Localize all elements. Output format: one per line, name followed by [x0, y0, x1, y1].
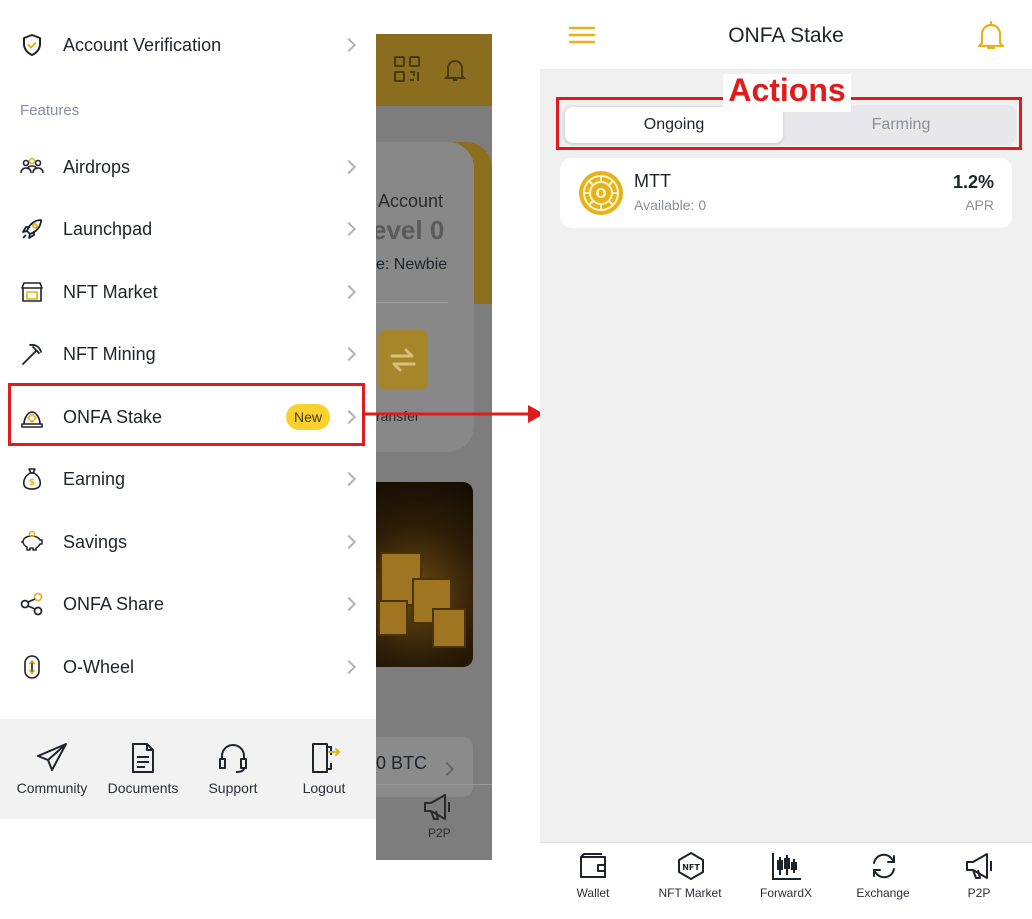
airdrops-icon: [20, 157, 44, 174]
logout-label: Logout: [302, 780, 346, 796]
page-title: ONFA Stake: [728, 24, 844, 47]
nav-nft-market[interactable]: NFT NFT Market: [641, 843, 739, 919]
menu-item-label: Airdrops: [63, 156, 131, 177]
money-bag-icon: $: [22, 468, 42, 490]
svg-text:NFT: NFT: [682, 863, 700, 872]
pool-apr-label: APR: [965, 197, 994, 213]
background-divider: [376, 302, 448, 303]
account-verification-item[interactable]: Account Verification: [0, 14, 376, 76]
menu-item-label: ONFA Share: [63, 593, 165, 614]
menu-item-nft-market[interactable]: NFT Market: [0, 261, 376, 323]
pickaxe-icon: [22, 343, 42, 365]
logout-button[interactable]: Logout: [277, 719, 371, 819]
menu-item-label: O-Wheel: [63, 656, 135, 677]
right-phone-screen: ONFA Stake Ongoing Farming O MTT Availab…: [540, 0, 1032, 919]
nav-label: NFT Market: [658, 886, 722, 900]
chevron-right-icon: [341, 596, 357, 612]
annotation-actions-label: Actions: [728, 72, 846, 108]
menu-item-label: Launchpad: [63, 218, 153, 239]
paper-plane-icon: [37, 743, 67, 771]
stake-header: ONFA Stake: [540, 0, 1032, 70]
chevron-right-icon: [341, 284, 357, 300]
stake-pool-card[interactable]: O MTT Available: 0 1.2% APR: [560, 158, 1012, 228]
menu-item-onfa-share[interactable]: ONFA Share: [0, 573, 376, 635]
exchange-icon: [873, 853, 895, 879]
community-label: Community: [16, 780, 88, 796]
pool-token-name: MTT: [634, 171, 671, 191]
background-home-screen: Account evel 0 e: Newbie ransfer 0 BTC P…: [376, 34, 492, 860]
share-icon: [20, 592, 43, 616]
menu-item-launchpad[interactable]: Launchpad: [0, 198, 376, 260]
qr-code-icon: [394, 56, 420, 82]
pool-available: Available: 0: [634, 197, 707, 213]
account-verification-label: Account Verification: [63, 34, 222, 55]
community-button[interactable]: Community: [5, 719, 99, 819]
chevron-right-icon: [341, 534, 357, 550]
nft-market-icon: [21, 282, 43, 302]
nav-label: Wallet: [576, 886, 610, 900]
candlestick-icon: [772, 853, 801, 880]
features-section-label: Features: [20, 102, 80, 119]
menu-item-savings[interactable]: Savings: [0, 511, 376, 573]
megaphone-icon: [966, 853, 992, 879]
background-p2p-text: P2P: [428, 826, 451, 840]
background-transfer-button: [378, 330, 428, 390]
nav-label: P2P: [967, 886, 991, 900]
mtt-token-icon: O: [579, 171, 623, 215]
background-account-text: Account: [378, 191, 444, 211]
bell-icon[interactable]: [976, 18, 1006, 52]
chevron-right-icon: [341, 37, 357, 53]
stake-content: Ongoing Farming O MTT Available: 0 1.2% …: [540, 70, 1032, 842]
menu-item-o-wheel[interactable]: O-Wheel: [0, 636, 376, 698]
menu-item-airdrops[interactable]: Airdrops: [0, 136, 376, 198]
background-nav-divider: [376, 784, 492, 785]
menu-item-label: NFT Mining: [63, 343, 156, 364]
logout-icon: [312, 743, 341, 773]
chevron-right-icon: [341, 221, 357, 237]
chevron-right-icon: [341, 471, 357, 487]
annotation-highlight-box: [8, 383, 365, 446]
menu-item-label: NFT Market: [63, 281, 158, 302]
chevron-right-icon: [341, 159, 357, 175]
background-header: [376, 34, 492, 106]
menu-item-nft-mining[interactable]: NFT Mining: [0, 323, 376, 385]
document-icon: [132, 743, 154, 773]
nav-p2p[interactable]: P2P: [930, 843, 1028, 919]
background-rank-text: e: Newbie: [376, 256, 448, 273]
documents-label: Documents: [107, 780, 179, 796]
documents-button[interactable]: Documents: [96, 719, 190, 819]
support-button[interactable]: Support: [186, 719, 280, 819]
bell-icon: [443, 60, 467, 81]
megaphone-icon: [424, 794, 450, 820]
shield-check-icon: [23, 34, 41, 56]
chevron-right-icon: [341, 346, 357, 362]
menu-item-label: Savings: [63, 531, 128, 552]
wallet-icon: [580, 853, 606, 878]
pool-apr-value: 1.2%: [952, 172, 994, 192]
support-label: Support: [208, 780, 258, 796]
rocket-icon: [22, 219, 42, 239]
nav-label: Exchange: [856, 886, 910, 900]
wheel-icon: [24, 655, 40, 679]
bottom-navigation: Wallet NFT NFT Market ForwardX Exchange …: [540, 842, 1032, 919]
annotation-arrow-icon: [362, 405, 544, 423]
transfer-icon: [390, 348, 416, 372]
nav-forwardx[interactable]: ForwardX: [737, 843, 835, 919]
nft-icon: NFT: [678, 852, 704, 880]
menu-item-label: Earning: [63, 468, 126, 489]
background-btc-text: 0 BTC: [376, 753, 428, 773]
background-level-text: evel 0: [376, 215, 445, 245]
piggy-bank-icon: [21, 530, 43, 551]
drawer-footer: Community Documents Support Logout: [0, 719, 376, 819]
nav-wallet[interactable]: Wallet: [544, 843, 642, 919]
background-promo-banner: [376, 482, 473, 667]
svg-text:O: O: [595, 187, 606, 202]
headset-icon: [219, 744, 247, 773]
chevron-right-icon: [341, 659, 357, 675]
svg-text:$: $: [29, 478, 35, 488]
nav-exchange[interactable]: Exchange: [834, 843, 932, 919]
nav-label: ForwardX: [759, 886, 812, 900]
menu-item-earning[interactable]: $ Earning: [0, 448, 376, 510]
